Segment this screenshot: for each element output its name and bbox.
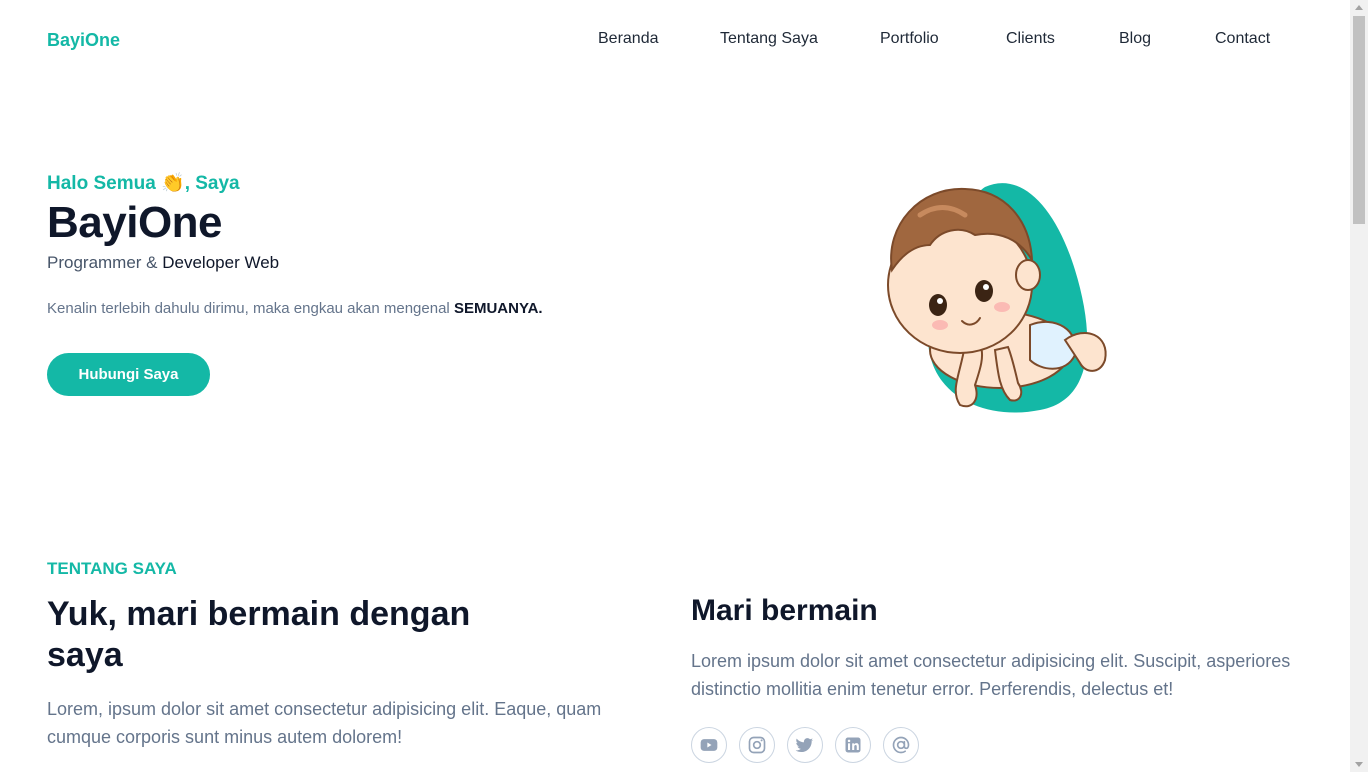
baby-illustration [880, 175, 1120, 420]
youtube-icon [700, 739, 718, 751]
brand-logo[interactable]: BayiOne [47, 30, 120, 51]
about-kicker: TENTANG SAYA [47, 559, 177, 578]
twitter-icon [795, 738, 814, 753]
play-text: Lorem ipsum dolor sit amet consectetur a… [691, 651, 1291, 699]
hero-role-prefix: Programmer & [47, 253, 163, 272]
scroll-up-icon[interactable] [1355, 5, 1363, 10]
nav-blog[interactable]: Blog [1119, 30, 1151, 48]
hero-name: BayiOne [47, 198, 223, 247]
contact-me-button[interactable]: Hubungi Saya [47, 353, 210, 396]
hero-role-strong: Developer Web [162, 253, 280, 272]
linkedin-icon [845, 737, 861, 753]
youtube-link[interactable] [691, 727, 727, 763]
nav-contact[interactable]: Contact [1215, 30, 1270, 48]
about-title: Yuk, mari bermain dengan saya [47, 595, 471, 674]
email-link[interactable] [883, 727, 919, 763]
scroll-thumb[interactable] [1353, 16, 1365, 224]
instagram-link[interactable] [739, 727, 775, 763]
site-header: BayiOne Beranda Tentang Saya Portfolio C… [0, 0, 1350, 80]
nav-portfolio[interactable]: Portfolio [880, 30, 939, 48]
hero-greeting: Halo Semua 👏, Saya [47, 173, 240, 194]
instagram-icon [748, 736, 766, 754]
scroll-down-icon[interactable] [1355, 762, 1363, 767]
hero-desc-text: Kenalin terlebih dahulu dirimu, maka eng… [47, 300, 454, 317]
hero-desc-strong: SEMUANYA. [453, 300, 543, 317]
linkedin-link[interactable] [835, 727, 871, 763]
twitter-link[interactable] [787, 727, 823, 763]
page-scrollbar[interactable] [1350, 0, 1368, 772]
hero-role: Programmer & Developer Web [47, 253, 279, 273]
about-text: Lorem, ipsum dolor sit amet consectetur … [47, 699, 602, 747]
social-links [691, 727, 919, 763]
nav-tentang-saya[interactable]: Tentang Saya [720, 30, 818, 48]
nav-clients[interactable]: Clients [1006, 30, 1055, 48]
at-icon [892, 736, 910, 754]
hero-description: Kenalin terlebih dahulu dirimu, maka eng… [47, 300, 543, 317]
nav-beranda[interactable]: Beranda [598, 30, 659, 48]
play-title: Mari bermain [691, 594, 878, 627]
